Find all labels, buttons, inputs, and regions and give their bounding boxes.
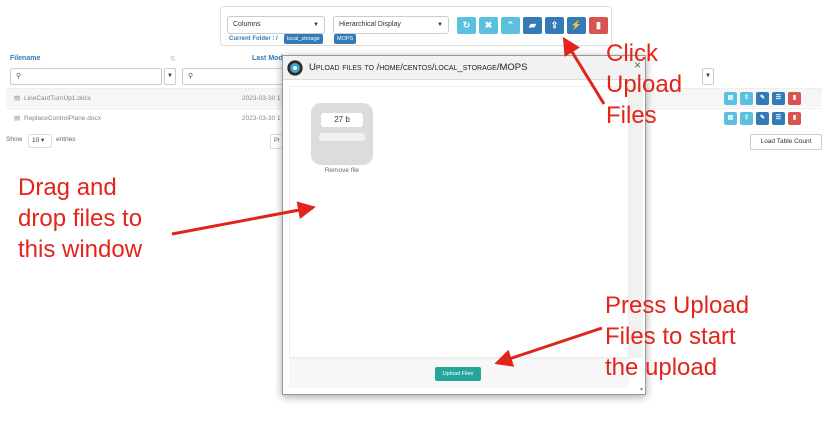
arrow-to-upload-files-button: [494, 326, 603, 367]
arrow-to-dropzone: [171, 201, 316, 236]
arrow-to-upload-button: [562, 36, 606, 105]
annotation-click-upload: Click Upload Files: [606, 40, 683, 129]
annotation-drag-drop: Drag and drop files to this window: [18, 174, 143, 263]
annotation-press-upload: Press Upload Files to start the upload: [605, 292, 750, 381]
